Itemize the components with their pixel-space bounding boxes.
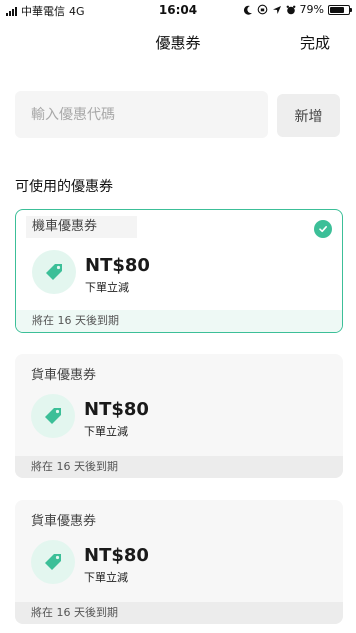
tag-icon [32,250,76,294]
coupon-amount: NT$80 [84,399,149,420]
coupon-card[interactable]: 貨車優惠券 NT$80 下單立減 將在 16 天後到期 [15,500,343,624]
status-right: 79% [243,3,352,16]
location-icon [272,5,281,14]
tag-icon [31,540,75,584]
coupon-expiry: 將在 16 天後到期 [15,456,343,478]
coupon-card[interactable]: 貨車優惠券 NT$80 下單立減 將在 16 天後到期 [15,354,343,478]
status-bar: 中華電信 4G 16:04 79% [0,0,356,20]
coupon-expiry: 將在 16 天後到期 [16,310,342,332]
promo-code-input[interactable] [15,91,268,138]
coupon-name: 貨車優惠券 [31,368,97,383]
moon-icon [243,5,252,15]
done-button[interactable]: 完成 [300,32,330,53]
coupon-desc: 下單立減 [84,425,128,438]
coupon-name: 貨車優惠券 [31,514,97,529]
coupon-desc: 下單立減 [84,571,128,584]
coupon-card[interactable]: 機車優惠券 NT$80 下單立減 將在 16 天後到期 [15,209,343,333]
rotation-lock-icon [257,4,267,15]
coupon-amount: NT$80 [84,545,149,566]
check-icon [314,220,332,238]
section-title: 可使用的優惠券 [15,179,113,195]
coupon-name: 機車優惠券 [26,216,138,238]
battery-percent: 79% [299,3,324,16]
tag-icon [31,394,75,438]
coupon-expiry: 將在 16 天後到期 [15,602,343,624]
alarm-icon [286,5,295,14]
coupon-desc: 下單立減 [85,281,129,294]
add-promo-button[interactable]: 新增 [277,94,340,137]
coupon-amount: NT$80 [85,255,150,276]
battery-icon [328,4,352,15]
